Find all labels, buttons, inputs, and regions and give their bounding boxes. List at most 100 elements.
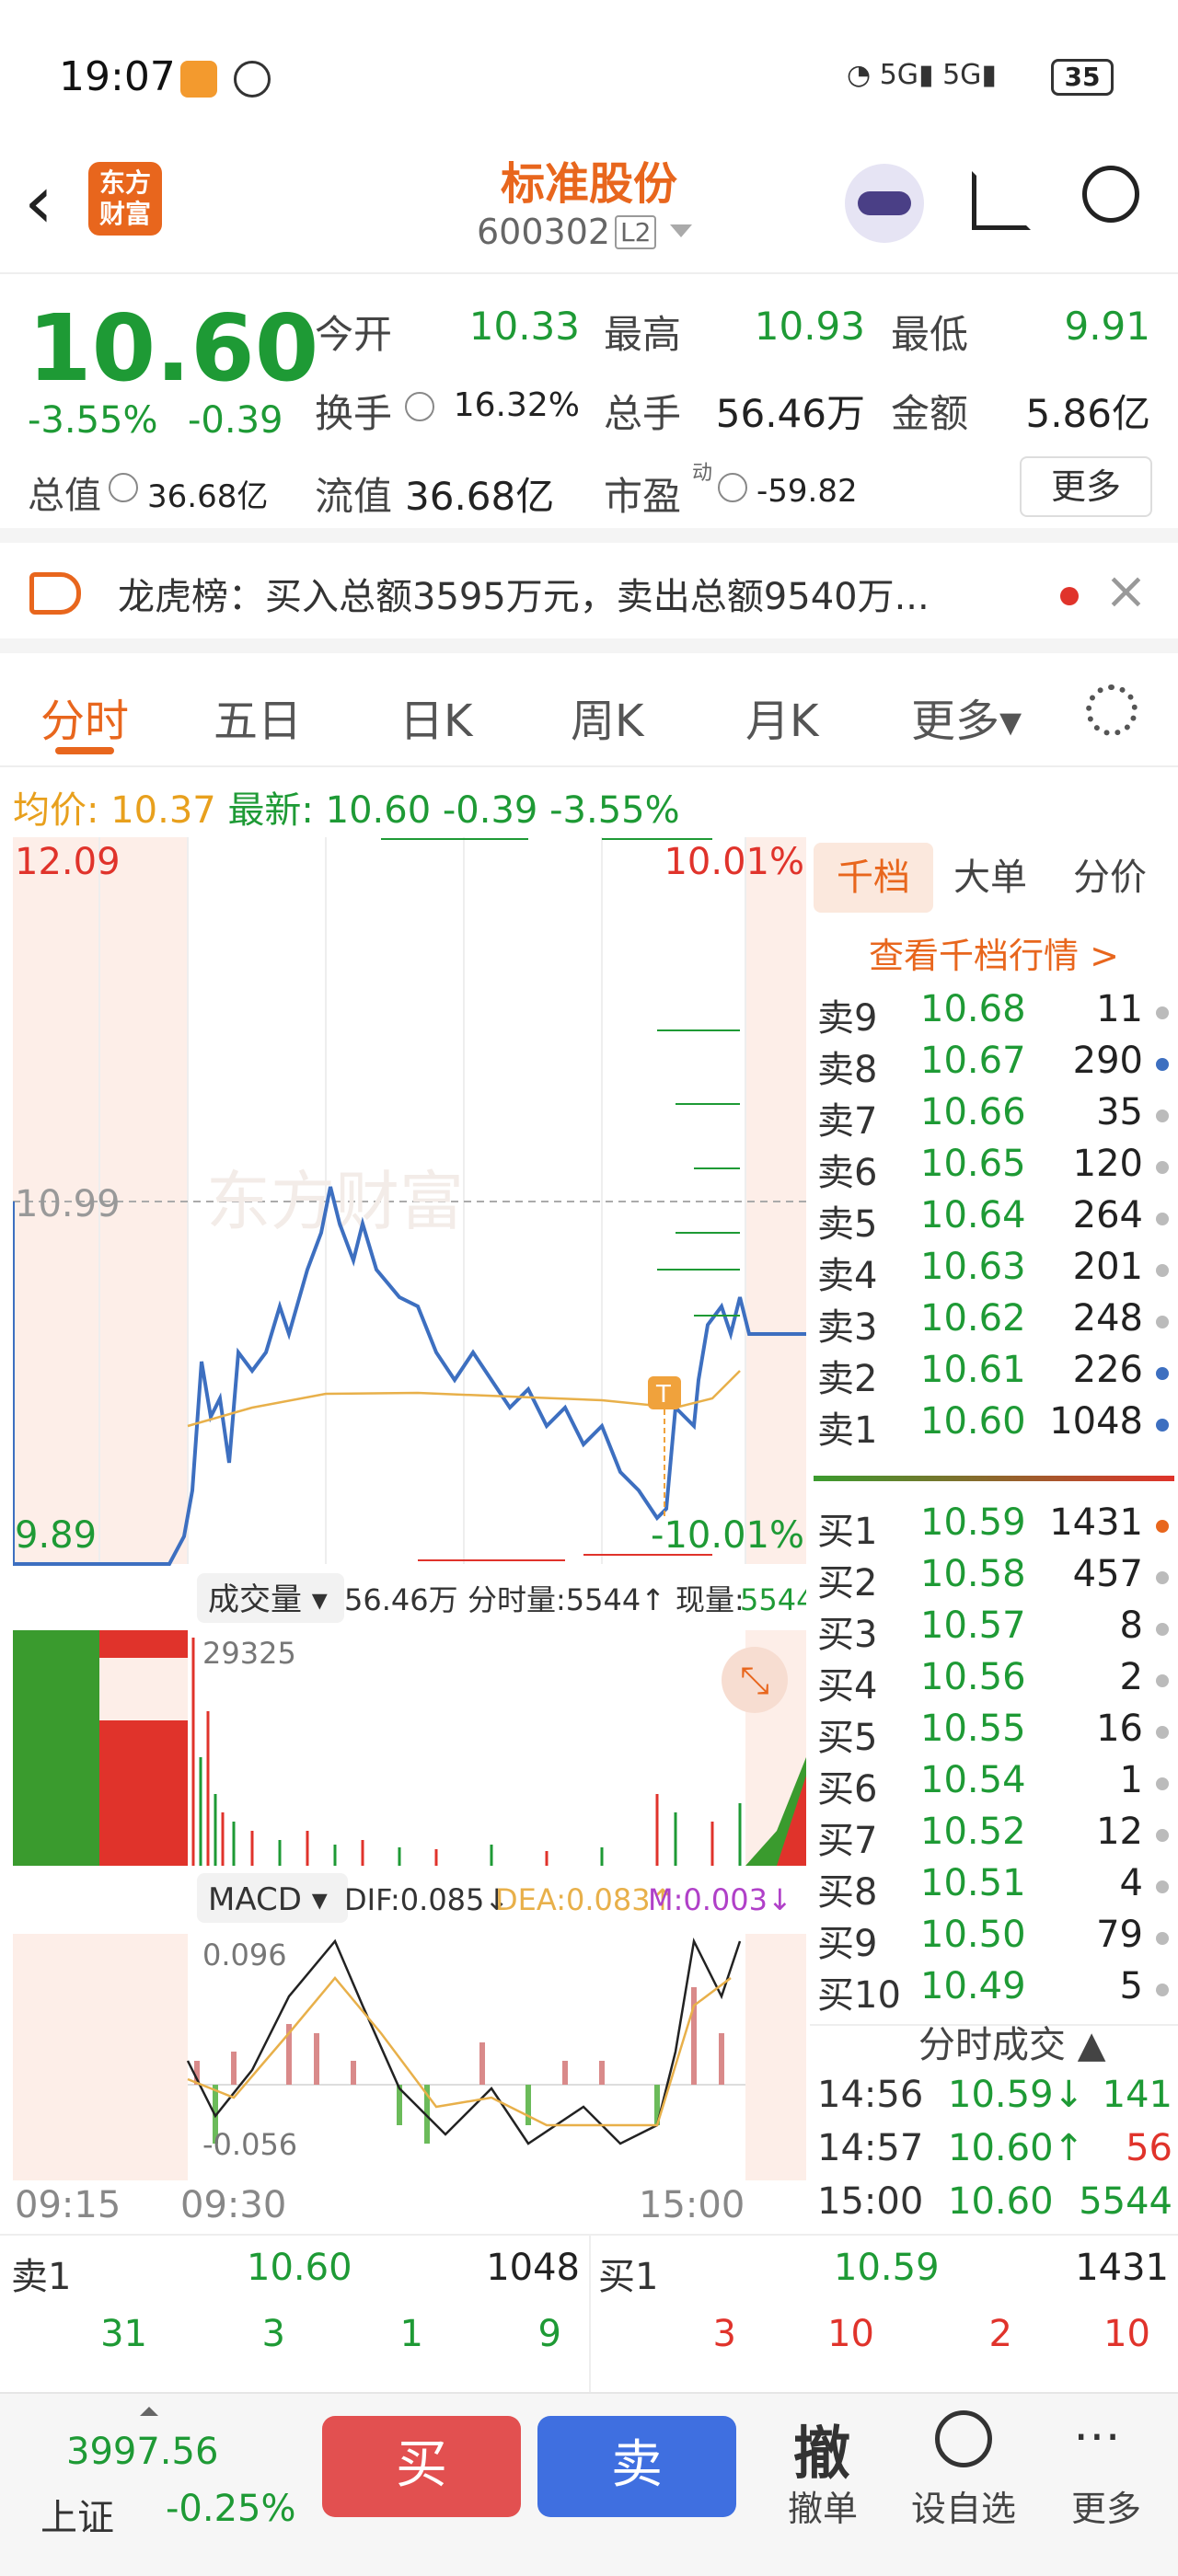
ticks-title[interactable]: 分时成交 ▲: [918, 2015, 1105, 2068]
time-open: 09:30: [180, 2184, 286, 2226]
ask-level-row[interactable]: 卖2 10.61 226: [810, 1349, 1178, 1400]
bid1-volume: 1431: [1075, 2247, 1169, 2289]
tab-five-day[interactable]: 五日: [214, 684, 302, 749]
stock-code[interactable]: 600302: [477, 212, 610, 252]
pe-dynamic-sup: 动: [692, 462, 713, 485]
bid-level-row[interactable]: 买7 10.52 12: [810, 1811, 1178, 1862]
ask-level-row[interactable]: 卖9 10.68 11: [810, 988, 1178, 1040]
info-icon[interactable]: [718, 473, 747, 502]
search-icon[interactable]: [1082, 166, 1139, 223]
open-label: 今开: [315, 312, 393, 357]
ask-level-row[interactable]: 卖7 10.66 35: [810, 1091, 1178, 1143]
order-queue-item: 31: [100, 2313, 147, 2355]
battery-icon: 35: [1051, 59, 1114, 96]
notice-text: 龙虎榜：买入总额3595万元，卖出总额9540万...: [118, 576, 930, 618]
view-thousand-link[interactable]: 查看千档行情 >: [869, 927, 1119, 978]
tab-intraday[interactable]: 分时: [40, 684, 129, 749]
ask1-price: 10.60: [247, 2247, 352, 2289]
watchlist-icon[interactable]: [935, 2410, 992, 2467]
bid-level-row[interactable]: 买6 10.54 1: [810, 1759, 1178, 1811]
assistant-avatar[interactable]: [845, 164, 924, 243]
info-icon[interactable]: [405, 392, 434, 421]
ask-level-row[interactable]: 卖5 10.64 264: [810, 1194, 1178, 1246]
share-icon[interactable]: [972, 171, 1031, 230]
app-notification-icon: [180, 61, 217, 98]
open-value: 10.33: [468, 304, 580, 349]
low-value: 9.91: [1064, 304, 1150, 349]
watchlist-label[interactable]: 设自选: [911, 2480, 1016, 2531]
index-change: -0.25%: [166, 2488, 296, 2530]
last-price: 10.60: [28, 294, 319, 402]
bid-level-row[interactable]: 买4 10.56 2: [810, 1656, 1178, 1708]
volume-now: 5544: [740, 1582, 806, 1617]
close-icon[interactable]: ×: [1104, 561, 1148, 621]
quote-panel: 10.60 -3.55% -0.39 今开 10.33 最高 10.93 最低 …: [0, 276, 1178, 543]
dea-line: [187, 1976, 732, 2127]
bid1-price: 10.59: [834, 2247, 940, 2289]
ask-level-row[interactable]: 卖6 10.65 120: [810, 1143, 1178, 1194]
speaker-icon: [29, 572, 81, 615]
index-value[interactable]: 3997.56: [66, 2431, 218, 2473]
order-book: 千档 大单 分价 查看千档行情 > 卖9 10.68 11 卖8 10.67 290 卖7 1…: [810, 837, 1178, 2236]
order-queue-item: 3: [261, 2313, 285, 2355]
volume-bars: [191, 1638, 742, 1866]
t-marker-label: T: [655, 1381, 671, 1409]
ask-level-row[interactable]: 卖3 10.62 248: [810, 1297, 1178, 1349]
ask1-volume: 1048: [486, 2247, 580, 2289]
bid-level-row[interactable]: 买3 10.57 8: [810, 1604, 1178, 1656]
more-dots-icon[interactable]: ⋯: [1073, 2409, 1121, 2464]
price-axis-high: 12.09: [15, 841, 121, 883]
tab-weekly-k[interactable]: 周K: [571, 684, 643, 749]
price-axis-mid: 10.99: [15, 1183, 121, 1225]
volume-max: 29325: [202, 1636, 296, 1671]
bid-level-row[interactable]: 买9 10.50 79: [810, 1914, 1178, 1965]
ask-level-row[interactable]: 卖4 10.63 201: [810, 1246, 1178, 1297]
cancel-order-icon[interactable]: 撤: [793, 2407, 850, 2490]
more-quote-button[interactable]: 更多: [1020, 456, 1152, 517]
intraday-chart[interactable]: 东方财富 T 12.09 10.99 9.89 10.01% -10.01% 成…: [13, 837, 806, 2226]
dragon-tiger-notice[interactable]: 龙虎榜：买入总额3595万元，卖出总额9540万... ×: [0, 543, 1178, 653]
order-queue-item: 10: [827, 2313, 874, 2355]
bid-level-row[interactable]: 买10 10.49 5: [810, 1965, 1178, 2017]
bid-level-row[interactable]: 买8 10.51 4: [810, 1862, 1178, 1914]
volume-period: 分时量:5544↑: [468, 1582, 665, 1617]
hand-icon: [234, 61, 271, 98]
market-cap-label: 总值: [28, 475, 101, 517]
book-tab-thousand[interactable]: 千档: [814, 843, 933, 913]
ask-level-row[interactable]: 卖8 10.67 290: [810, 1040, 1178, 1091]
volume-now-label: 现量:: [676, 1582, 745, 1617]
book-tab-price[interactable]: 分价: [1073, 843, 1147, 913]
bid1-label: 买1: [598, 2256, 659, 2298]
low-label: 最低: [891, 312, 969, 357]
volume-total: 56.46万: [344, 1582, 458, 1617]
dropdown-arrow-icon[interactable]: [670, 224, 692, 237]
volume-label: 总手: [604, 391, 682, 436]
macd-m: M:0.003↓: [648, 1882, 792, 1917]
volume-label: 成交量 ▾: [208, 1581, 328, 1618]
bid-level-row[interactable]: 买2 10.58 457: [810, 1553, 1178, 1604]
macd-axis-low: -0.056: [202, 2127, 297, 2162]
bid-level-row[interactable]: 买1 10.59 1431: [810, 1501, 1178, 1553]
tab-daily-k[interactable]: 日K: [399, 684, 472, 749]
change-percent: -3.55%: [28, 399, 158, 442]
signal-icon: ◔ 5G▮ 5G▮: [847, 59, 997, 91]
settings-gear-icon[interactable]: [1086, 684, 1138, 736]
bid-level-row[interactable]: 买5 10.55 16: [810, 1708, 1178, 1759]
clock: 19:07: [59, 53, 176, 100]
pre-volume-red: [99, 1720, 188, 1866]
order-queue-item: 9: [537, 2313, 561, 2355]
tab-more[interactable]: 更多▾: [911, 684, 1022, 749]
book-tab-large[interactable]: 大单: [953, 843, 1027, 913]
sell-button[interactable]: 卖: [537, 2416, 736, 2517]
ask-level-row[interactable]: 卖1 10.60 1048: [810, 1400, 1178, 1452]
active-tab-indicator: [55, 747, 114, 754]
tick-row: 14:56 10.59↓ 141: [817, 2074, 1172, 2116]
info-icon[interactable]: [109, 473, 138, 502]
more-label[interactable]: 更多: [1071, 2480, 1141, 2531]
level1-quotes: 卖1 10.60 1048 买1 10.59 1431 31 3 1 9 3 10 2 10: [0, 2234, 1178, 2394]
buy-button[interactable]: 买: [322, 2416, 521, 2517]
cancel-order-label[interactable]: 撤单: [788, 2480, 858, 2531]
turnover-label: 换手: [315, 391, 393, 436]
tab-monthly-k[interactable]: 月K: [745, 684, 818, 749]
float-cap-value: 36.68亿: [405, 474, 555, 519]
